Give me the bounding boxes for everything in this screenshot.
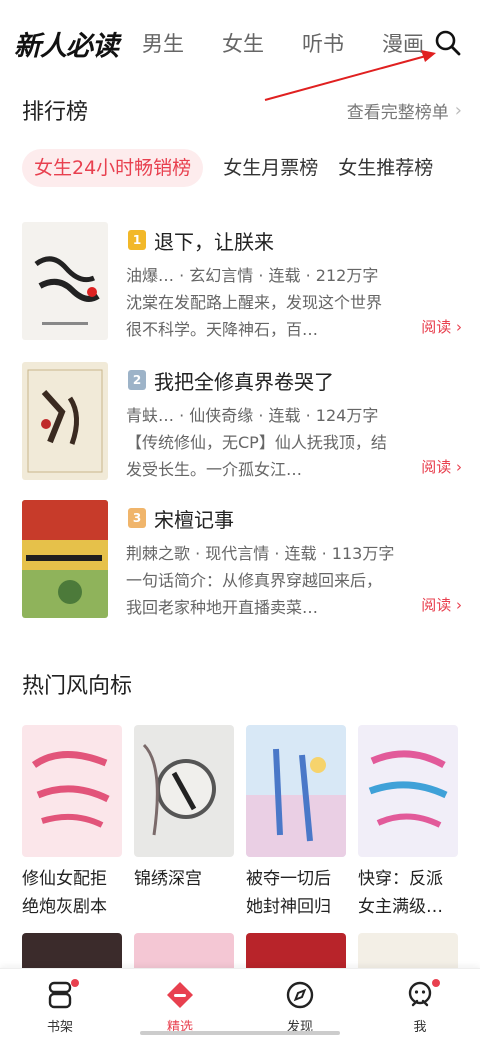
rank-badge: 2: [128, 370, 146, 390]
tab-profile[interactable]: 我: [360, 969, 480, 1038]
tab-featured[interactable]: 精选: [120, 969, 240, 1038]
book-cover[interactable]: [22, 725, 122, 857]
read-button[interactable]: 阅读 ›: [421, 594, 462, 615]
bookshelf-icon: [44, 979, 79, 1011]
ranking-tabs: 女生24小时畅销榜 女生月票榜 女生推荐榜: [22, 149, 433, 187]
book-cover[interactable]: [22, 500, 108, 618]
view-full-ranking-label: 查看完整榜单: [346, 102, 449, 123]
book-title: 快穿：反派女主满级…: [358, 869, 443, 917]
read-button[interactable]: 阅读 ›: [421, 456, 462, 477]
ranking-header: 排行榜 查看完整榜单 ›: [22, 94, 462, 126]
ranking-book-1[interactable]: 1 退下，让朕来 油爆… · 玄幻言情 · 连载 · 212万字 沈棠在发配路上…: [22, 222, 462, 340]
view-full-ranking-link[interactable]: 查看完整榜单 ›: [347, 98, 462, 123]
discover-icon: [284, 979, 316, 1011]
book-title: 宋檀记事: [154, 508, 234, 532]
book-cover[interactable]: [22, 362, 108, 480]
trending-book-2[interactable]: 锦绣深宫: [134, 725, 234, 921]
trending-book-4[interactable]: 快穿：反派女主满级…: [358, 725, 458, 921]
book-description: 沈棠在发配路上醒来，发现这个世界很不科学。天降神石，百…: [126, 293, 383, 339]
bottom-tab-bar: 书架 精选 发现 我: [0, 968, 480, 1038]
tab-discover[interactable]: 发现: [240, 969, 360, 1038]
book-cover[interactable]: [358, 933, 458, 973]
book-description: 一句话简介：从修真界穿越回来后，我回老家种地开直播卖菜…: [126, 571, 383, 617]
book-cover[interactable]: [134, 725, 234, 857]
tab-recommended[interactable]: 女生推荐榜: [338, 149, 433, 187]
book-description: 【传统修仙，无CP】仙人抚我顶，结发受长生。一介孤女江…: [126, 433, 387, 479]
channel-tab-comic[interactable]: 漫画: [382, 28, 424, 58]
tab-label: 书架: [46, 1020, 73, 1035]
rank-badge: 3: [128, 508, 146, 528]
read-button[interactable]: 阅读 ›: [421, 316, 462, 337]
tab-24h-bestseller[interactable]: 女生24小时畅销榜: [22, 149, 204, 187]
featured-icon: [164, 979, 196, 1011]
book-cover[interactable]: [22, 222, 108, 340]
top-bar: 新人必读 男生 女生 听书 漫画: [0, 0, 480, 84]
rank-badge: 1: [128, 230, 146, 250]
profile-icon: [404, 979, 440, 1011]
trending-title: 热门风向标: [22, 674, 133, 699]
book-title: 锦绣深宫: [134, 869, 202, 889]
channel-tab-male[interactable]: 男生: [142, 28, 184, 58]
book-title: 修仙女配拒绝炮灰剧本: [22, 869, 107, 917]
book-title: 被夺一切后她封神回归: [246, 869, 331, 917]
chevron-right-icon: ›: [454, 99, 462, 121]
trending-book-3[interactable]: 被夺一切后她封神回归: [246, 725, 346, 921]
channel-tabs: 男生 女生 听书 漫画: [142, 28, 424, 58]
trending-book-1[interactable]: 修仙女配拒绝炮灰剧本: [22, 725, 122, 921]
tab-bookshelf[interactable]: 书架: [0, 969, 120, 1038]
ranking-title: 排行榜: [22, 100, 89, 125]
book-meta: 油爆… · 玄幻言情 · 连载 · 212万字: [126, 266, 379, 285]
trending-header: 热门风向标: [22, 668, 462, 700]
tab-label: 我: [413, 1020, 427, 1035]
ranking-book-3[interactable]: 3 宋檀记事 荆棘之歌 · 现代言情 · 连载 · 113万字 一句话简介：从修…: [22, 500, 462, 618]
book-cover[interactable]: [134, 933, 234, 973]
book-cover[interactable]: [22, 933, 122, 973]
ranking-book-2[interactable]: 2 我把全修真界卷哭了 青蚨… · 仙侠奇缘 · 连载 · 124万字 【传统修…: [22, 362, 462, 480]
tab-monthly-votes[interactable]: 女生月票榜: [223, 149, 318, 187]
channel-tab-female[interactable]: 女生: [222, 28, 264, 58]
notification-dot: [71, 979, 79, 987]
book-cover[interactable]: [358, 725, 458, 857]
book-title: 退下，让朕来: [154, 230, 274, 254]
search-icon[interactable]: [433, 28, 463, 58]
app-logo: 新人必读: [14, 31, 119, 62]
channel-tab-audio[interactable]: 听书: [302, 28, 344, 58]
book-title: 我把全修真界卷哭了: [154, 370, 334, 394]
trending-row-2-peek: [22, 933, 462, 973]
book-meta: 荆棘之歌 · 现代言情 · 连载 · 113万字: [126, 544, 395, 563]
book-cover[interactable]: [246, 933, 346, 973]
book-meta: 青蚨… · 仙侠奇缘 · 连载 · 124万字: [126, 406, 379, 425]
trending-grid: 修仙女配拒绝炮灰剧本 锦绣深宫 被夺一切后她封神回归 快穿：反派女主满级…: [22, 725, 462, 921]
book-cover[interactable]: [246, 725, 346, 857]
home-indicator: [140, 1031, 340, 1035]
notification-dot: [432, 979, 440, 987]
